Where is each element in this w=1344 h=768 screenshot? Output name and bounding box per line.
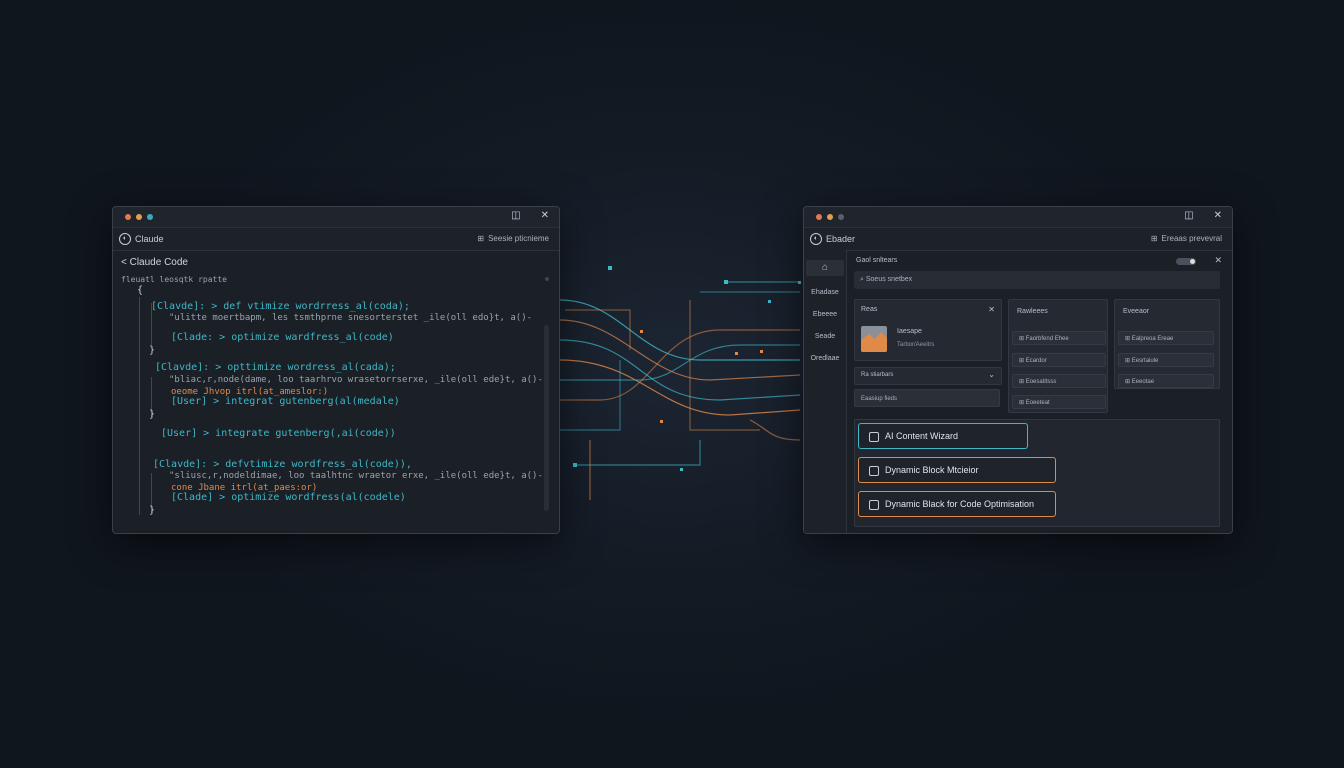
app-title: Claude — [135, 234, 164, 244]
dropdown[interactable]: Ra stiarbars ⌄ — [854, 367, 1002, 385]
app-bar: ◐ Ebader ⊞ Ereaas prevevral — [804, 228, 1232, 251]
code-line: [Clade: > optimize wardfress_al(code) — [171, 332, 394, 343]
code-line: [Clavde]: > opttimize wordress_al(cada); — [155, 362, 396, 373]
home-icon[interactable]: ⌂ — [806, 260, 844, 276]
code-optimisation-button[interactable]: Dynamic Black for Code Optimisation — [858, 491, 1056, 517]
block-item[interactable]: ⊞ Eeeotae — [1118, 374, 1214, 388]
dynamic-block-button[interactable]: Dynamic Block Mtcieior — [858, 457, 1056, 483]
block-panel: Gaol snltears ✕ ⌕ Soeus snetbex Reas ✕ I… — [852, 255, 1224, 527]
code-line: "sliusc,r,nodeldimae, loo taalhtnc wraet… — [169, 471, 543, 481]
item-subtitle: Tarbor/Aeeitrs — [897, 342, 935, 348]
sidebar-item[interactable]: Oredlaae — [806, 351, 844, 367]
maximize-dot[interactable] — [838, 214, 844, 220]
block-item[interactable]: ⊞ Ealpreoa Ereae — [1118, 331, 1214, 345]
field-item[interactable]: Eaasiup fieds — [854, 389, 1000, 407]
sidebar-item[interactable]: Ebeeee — [806, 307, 844, 323]
indent-guide — [139, 297, 140, 515]
panel-toggle[interactable] — [1176, 258, 1196, 265]
header-action[interactable]: Seesie pticnieme — [488, 234, 549, 243]
sidebar-item[interactable]: Ehadase — [806, 285, 844, 301]
column-title: Eveeaor — [1123, 308, 1150, 315]
app-bar: ◐ Claude ⊞ Seesie pticnieme — [113, 228, 559, 251]
share-icon[interactable]: ⊞ — [1151, 234, 1158, 243]
wordpress-editor-window: ◫ ✕ ◐ Ebader ⊞ Ereaas prevevral ⌂ Ehadas… — [803, 206, 1233, 534]
code-line: } — [149, 505, 156, 516]
block-item[interactable]: ⊞ Eesrtaiule — [1118, 353, 1214, 367]
close-icon[interactable]: ✕ — [1214, 210, 1222, 221]
sidebar: ⌂ Ehadase Ebeeee Seade Oredlaae — [804, 250, 847, 533]
chevron-down-icon: ⌄ — [988, 370, 995, 379]
code-line: [Clade] > optimize wordfress(al(codele) — [171, 492, 406, 503]
close-panel-icon[interactable]: ✕ — [1214, 255, 1222, 266]
scrollbar[interactable] — [544, 325, 549, 511]
code-line: [User] > integrat gutenberg(al(medale) — [171, 396, 400, 407]
title-bar: ◫ ✕ — [113, 207, 559, 228]
code-line: [Clavde]: > defvtimize wordfress_al(code… — [153, 459, 412, 470]
maximize-dot[interactable] — [147, 214, 153, 220]
app-title: Ebader — [826, 234, 856, 244]
search-input[interactable]: ⌕ Soeus snetbex — [854, 271, 1220, 289]
code-line: [Clavde]: > def vtimize wordrress_al(cod… — [151, 301, 410, 312]
panel-title: Gaol snltears — [856, 257, 898, 264]
share-icon[interactable]: ⊞ — [477, 234, 484, 243]
block-icon — [869, 466, 879, 476]
item-title: Iaesape — [897, 328, 922, 335]
block-item[interactable]: ⊞ Ecardor — [1012, 353, 1106, 367]
window-controls — [816, 214, 844, 220]
code-line: { — [137, 285, 144, 296]
code-line: [User] > integrate gutenberg(,ai(code)) — [161, 428, 396, 439]
ai-content-wizard-button[interactable]: AI Content Wizard — [858, 423, 1028, 449]
sidebar-item[interactable]: Seade — [806, 329, 844, 345]
code-editor[interactable]: { [Clavde]: > def vtimize wordrress_al(c… — [113, 207, 543, 516]
restore-icon[interactable]: ◫ — [511, 210, 520, 221]
block-item[interactable]: ⊞ Eoeeteat — [1012, 395, 1106, 409]
close-dot[interactable] — [816, 214, 822, 220]
title-bar: ◫ ✕ — [804, 207, 1232, 228]
column-title: Rawleees — [1017, 308, 1048, 315]
dropdown-label: Ra stiarbars — [861, 372, 894, 378]
block-item[interactable]: ⊞ Faorbfend Ehee — [1012, 331, 1106, 345]
image-thumbnail — [861, 326, 887, 352]
header-action[interactable]: Ereaas prevevral — [1162, 234, 1222, 243]
code-line: } — [149, 409, 156, 420]
restore-icon[interactable]: ◫ — [1184, 210, 1193, 221]
scroll-indicator — [545, 277, 549, 281]
block-item[interactable]: ⊞ Eoesatitsss — [1012, 374, 1106, 388]
code-icon — [869, 500, 879, 510]
block-card-title: Reas — [861, 306, 878, 313]
minimize-dot[interactable] — [827, 214, 833, 220]
block-card[interactable]: Reas ✕ Iaesape Tarbor/Aeeitrs — [854, 299, 1002, 361]
close-icon[interactable]: ✕ — [988, 305, 995, 314]
code-line: "bliac,r,node(dame, loo taarhrvo wraseto… — [169, 375, 543, 385]
code-line: } — [149, 345, 156, 356]
app-logo-icon: ◐ — [810, 233, 822, 245]
claude-code-window: ◫ ✕ ◐ Claude ⊞ Seesie pticnieme < Claude… — [112, 206, 560, 534]
close-icon[interactable]: ✕ — [541, 210, 549, 221]
wizard-icon — [869, 432, 879, 442]
code-line: "ulitte moertbapm, les tsmthprne snesort… — [169, 313, 533, 323]
